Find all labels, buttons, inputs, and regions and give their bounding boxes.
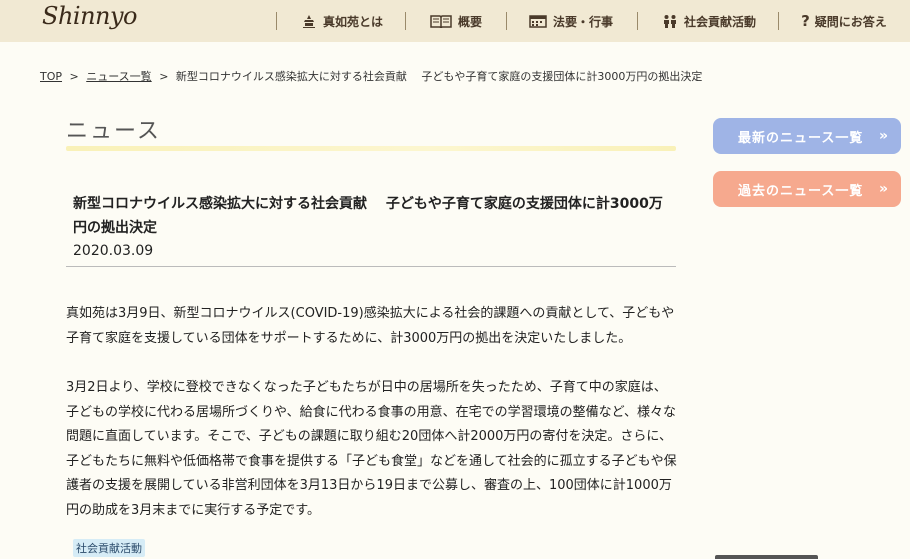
breadcrumb-news-list-link[interactable]: ニュース一覧 [86, 70, 151, 83]
nav-divider [276, 12, 277, 30]
breadcrumb: TOP > ニュース一覧 > 新型コロナウイルス感染拡大に対する社会貢献 子ども… [40, 68, 702, 84]
chevron-right-icon: » [878, 181, 889, 197]
nav-divider [637, 12, 639, 30]
question-icon: ? [801, 12, 810, 30]
nav-label: 法要・行事 [553, 14, 614, 29]
category-tag[interactable]: 社会貢献活動 [73, 539, 145, 557]
article-paragraph: 3月2日より、学校に登校できなくなった子どもたちが日中の居場所を失ったため、子育… [66, 380, 677, 518]
chevron-right-icon: » [878, 128, 889, 144]
nav-label: 概要 [458, 14, 483, 29]
calendar-icon [529, 15, 547, 28]
page-title: ニュース [66, 119, 161, 144]
latest-news-label: 最新のニュース一覧 [738, 130, 864, 146]
people-icon [664, 14, 677, 28]
article-title: 新型コロナウイルス感染拡大に対する社会貢献 子どもや子育て家庭の支援団体に計30… [73, 196, 663, 236]
nav-item-social[interactable]: 社会貢献活動 [662, 13, 756, 30]
nav-label: 真如苑とは [323, 14, 384, 29]
nav-label: 社会貢献活動 [684, 14, 757, 29]
nav-divider [506, 12, 508, 30]
temple-icon [303, 14, 315, 28]
book-icon [430, 15, 452, 28]
nav-item-overview[interactable]: 概要 [430, 13, 482, 30]
sidebar-cutoff-element [715, 555, 818, 559]
nav-item-events[interactable]: 法要・行事 [529, 13, 613, 30]
past-news-label: 過去のニュース一覧 [738, 183, 864, 199]
title-underline [66, 146, 676, 151]
nav-divider [405, 12, 407, 30]
latest-news-button[interactable]: 最新のニュース一覧 » [713, 118, 901, 154]
site-header: Shinnyo 真如苑とは 概要 法要・行事 社会貢献活動 ? 疑問にお答え [0, 0, 910, 42]
breadcrumb-separator: > [69, 70, 79, 83]
article-paragraph: 真如苑は3月9日、新型コロナウイルス(COVID-19)感染拡大による社会的課題… [66, 306, 675, 346]
breadcrumb-current: 新型コロナウイルス感染拡大に対する社会貢献 子どもや子育て家庭の支援団体に計30… [175, 70, 703, 83]
article-divider [66, 266, 676, 267]
nav-label: 疑問にお答え [814, 14, 887, 29]
past-news-button[interactable]: 過去のニュース一覧 » [713, 171, 901, 207]
global-nav: 真如苑とは 概要 法要・行事 社会貢献活動 ? 疑問にお答え [276, 0, 887, 42]
site-logo[interactable]: Shinnyo [42, 2, 138, 30]
nav-item-faq[interactable]: ? 疑問にお答え [801, 12, 887, 30]
breadcrumb-separator: > [159, 70, 169, 83]
article-date: 2020.03.09 [73, 243, 154, 259]
nav-item-about[interactable]: 真如苑とは [301, 13, 383, 30]
breadcrumb-top-link[interactable]: TOP [40, 70, 62, 83]
nav-divider [778, 12, 780, 30]
